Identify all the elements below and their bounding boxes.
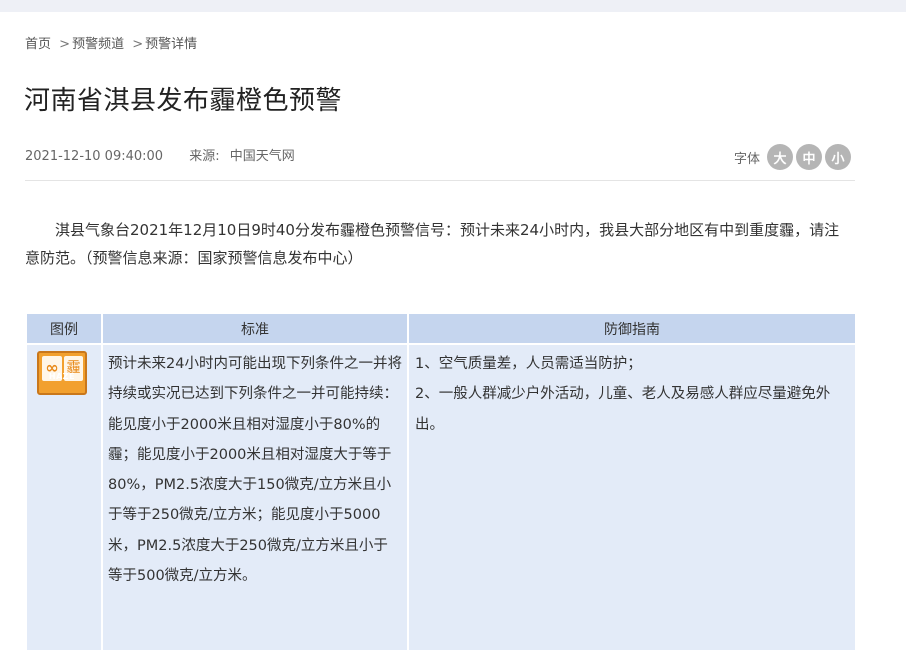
publish-datetime: 2021-12-10 09:40:00 bbox=[25, 149, 164, 164]
header-standard: 标准 bbox=[101, 312, 409, 345]
guide-item: 1、空气质量差，人员需适当防护； bbox=[415, 356, 642, 372]
divider bbox=[25, 180, 855, 181]
font-size-control: 字体 大 中 小 bbox=[734, 144, 852, 170]
header-legend: 图例 bbox=[25, 312, 103, 345]
article-body: 淇县气象台2021年12月10日9时40分发布霾橙色预警信号：预计未来24小时内… bbox=[25, 221, 840, 267]
font-medium-button[interactable]: 中 bbox=[796, 144, 823, 170]
font-small-button[interactable]: 小 bbox=[825, 144, 852, 170]
guide-cell: 1、空气质量差，人员需适当防护； 2、一般人群减少户外活动，儿童、老人及易感人群… bbox=[407, 343, 857, 650]
page-title: 河南省淇县发布霾橙色预警 bbox=[24, 86, 343, 116]
legend-cell: ∞ 霾 HAZE bbox=[25, 343, 103, 650]
breadcrumb-channel[interactable]: 预警频道 bbox=[72, 37, 124, 52]
warning-table: 图例 标准 防御指南 ∞ 霾 HAZE 预计未来24小时内可能出现下列条件之一并… bbox=[25, 312, 857, 650]
breadcrumb-separator: > bbox=[132, 37, 144, 52]
haze-orange-warning-icon: ∞ 霾 HAZE bbox=[37, 351, 87, 395]
breadcrumb-separator: > bbox=[59, 37, 71, 52]
font-large-button[interactable]: 大 bbox=[767, 144, 794, 170]
breadcrumb-home[interactable]: 首页 bbox=[25, 37, 51, 52]
header-guide: 防御指南 bbox=[407, 312, 857, 345]
breadcrumb-detail[interactable]: 预警详情 bbox=[145, 37, 197, 52]
source-label: 来源: bbox=[189, 149, 220, 164]
haze-code: HAZE bbox=[48, 371, 76, 381]
guide-item: 2、一般人群减少户外活动，儿童、老人及易感人群应尽量避免外出。 bbox=[415, 386, 831, 433]
source-value: 中国天气网 bbox=[229, 149, 295, 164]
standard-cell: 预计未来24小时内可能出现下列条件之一并将持续或实况已达到下列条件之一并可能持续… bbox=[101, 343, 409, 650]
article-meta: 2021-12-10 09:40:00 来源: 中国天气网 bbox=[25, 145, 295, 164]
top-strip bbox=[0, 0, 906, 12]
font-size-label: 字体 bbox=[734, 151, 761, 167]
breadcrumb: 首页 > 预警频道 > 预警详情 bbox=[25, 33, 197, 52]
table-row: ∞ 霾 HAZE 预计未来24小时内可能出现下列条件之一并将持续或实况已达到下列… bbox=[25, 343, 857, 650]
table-header-row: 图例 标准 防御指南 bbox=[25, 312, 857, 345]
